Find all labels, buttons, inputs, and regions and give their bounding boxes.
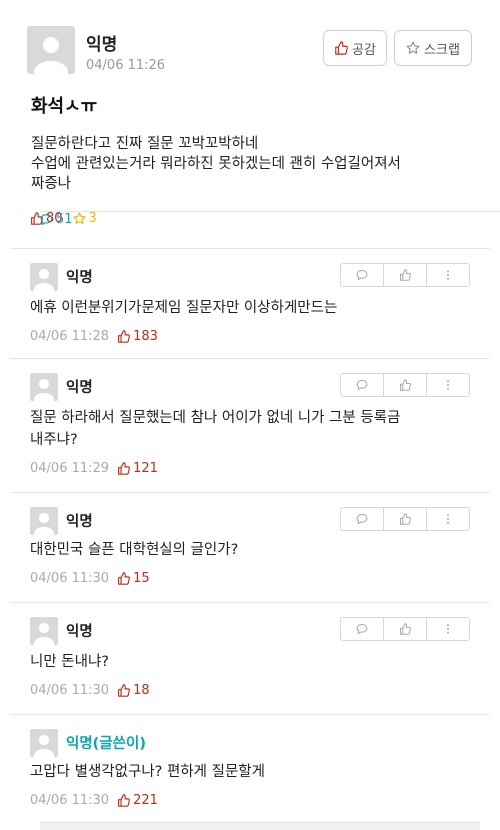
comment-vote-count: 183 [117, 329, 158, 344]
comment-author: 익명 [66, 380, 93, 396]
speech-bubble-icon [356, 269, 368, 281]
comment-vote-count: 15 [117, 571, 150, 586]
more-options-button[interactable] [427, 264, 469, 286]
comment-author: 익명 [66, 624, 93, 640]
comment-meta: 04/06 11:29 121 [30, 461, 158, 476]
post-title: 화석ㅅㅠ [31, 96, 98, 117]
post-author: 익명 [86, 35, 118, 55]
post-body-line: 질문하란다고 진짜 질문 꼬박꼬박하네 [31, 136, 259, 152]
comment-meta: 04/06 11:30 18 [30, 683, 150, 698]
comment-like-button[interactable] [384, 374, 427, 396]
post-stats: 80 51 3 [30, 210, 500, 227]
comment-vote-count: 221 [117, 793, 158, 808]
more-options-button[interactable] [427, 618, 469, 640]
post-body: 질문하란다고 진짜 질문 꼬박꼬박하네 수업에 관련있는거라 뭐라하진 못하겠는… [31, 134, 476, 194]
comment-actions [340, 373, 470, 397]
comment: 익명 에휴 이런분위기가문제임 질문자만 이상하게만드는 04/06 11:28… [10, 248, 490, 353]
more-vertical-icon [447, 514, 449, 524]
thumbs-up-icon [399, 513, 411, 525]
thumbs-up-icon [118, 684, 131, 697]
thumbs-up-icon [399, 623, 411, 635]
comment: 익명 니만 돈내냐? 04/06 11:30 18 [10, 602, 490, 710]
thumbs-up-icon [118, 330, 131, 343]
post-time: 04/06 11:26 [86, 58, 166, 73]
post-author-avatar [27, 26, 75, 74]
comment-like-button[interactable] [384, 508, 427, 530]
comment-vote-value: 183 [133, 329, 158, 344]
comment-avatar [30, 729, 58, 757]
comment: 익명 질문 하라해서 질문했는데 참나 어이가 없네 니가 그분 등록금 내주냐… [10, 358, 490, 486]
comment-body: 대한민국 슬픈 대학현실의 글인가? [30, 539, 470, 561]
reply-button[interactable] [341, 508, 384, 530]
comment-vote-value: 18 [133, 683, 150, 698]
thumbs-up-icon [399, 269, 411, 281]
comment-time: 04/06 11:29 [30, 461, 110, 476]
reply-button[interactable] [341, 374, 384, 396]
thumbs-up-icon [335, 41, 348, 55]
comment-vote-value: 15 [133, 571, 150, 586]
comment-like-button[interactable] [384, 264, 427, 286]
comment-line: 에휴 이런분위기가문제임 질문자만 이상하게만드는 [30, 300, 338, 316]
post-body-line: 짜증나 [31, 176, 72, 192]
comment-meta: 04/06 11:30 221 [30, 793, 158, 808]
comment: 익명 대한민국 슬픈 대학현실의 글인가? 04/06 11:30 15 [10, 492, 490, 597]
speech-bubble-icon [40, 213, 53, 225]
comment-actions [340, 263, 470, 287]
reply-button[interactable] [341, 264, 384, 286]
like-button[interactable]: 공감 [323, 30, 387, 66]
comment-body: 니만 돈내냐? [30, 651, 470, 673]
comment-time: 04/06 11:30 [30, 571, 110, 586]
comment-line: 니만 돈내냐? [30, 654, 110, 670]
comment-line: 질문 하라해서 질문했는데 참나 어이가 없네 니가 그분 등록금 [30, 410, 401, 426]
thumbs-up-icon [399, 379, 411, 391]
comment-count: 51 [40, 210, 500, 227]
reply-button[interactable] [341, 618, 384, 640]
comment: 익명(글쓴이) 고맙다 별생각없구나? 편하게 질문할게 04/06 11:30… [10, 714, 490, 820]
thumbs-up-icon [118, 794, 131, 807]
comment-body: 질문 하라해서 질문했는데 참나 어이가 없네 니가 그분 등록금 내주냐? [30, 407, 470, 451]
star-icon [406, 41, 420, 54]
comment-vote-count: 121 [117, 461, 158, 476]
comment-body: 에휴 이런분위기가문제임 질문자만 이상하게만드는 [30, 297, 470, 319]
comment-avatar [30, 373, 58, 401]
comment-count-value: 51 [56, 211, 73, 227]
comment-avatar [30, 263, 58, 291]
more-vertical-icon [447, 270, 449, 280]
like-button-label: 공감 [352, 42, 376, 58]
comment-line: 내주냐? [30, 432, 78, 448]
comment-avatar [30, 617, 58, 645]
comment-actions [340, 507, 470, 531]
thumbs-up-icon [118, 572, 131, 585]
more-options-button[interactable] [427, 374, 469, 396]
comment-line: 고맙다 별생각없구나? 편하게 질문할게 [30, 764, 265, 780]
comment-avatar [30, 507, 58, 535]
comment-vote-value: 221 [133, 793, 158, 808]
comment-time: 04/06 11:28 [30, 329, 110, 344]
comment-line: 대한민국 슬픈 대학현실의 글인가? [30, 542, 239, 558]
comment-like-button[interactable] [384, 618, 427, 640]
post-body-line: 수업에 관련있는거라 뭐라하진 못하겠는데 괜히 수업길어져서 [31, 156, 401, 172]
comment-time: 04/06 11:30 [30, 683, 110, 698]
speech-bubble-icon [356, 513, 368, 525]
speech-bubble-icon [356, 623, 368, 635]
comment-time: 04/06 11:30 [30, 793, 110, 808]
comment-author-writer: 익명(글쓴이) [66, 736, 146, 752]
comment-actions [340, 617, 470, 641]
scrap-button-label: 스크랩 [424, 42, 460, 58]
speech-bubble-icon [356, 379, 368, 391]
comment-vote-value: 121 [133, 461, 158, 476]
comment-vote-count: 18 [117, 683, 150, 698]
more-vertical-icon [447, 624, 449, 634]
comment-author: 익명 [66, 514, 93, 530]
scrap-button[interactable]: 스크랩 [394, 30, 472, 66]
more-vertical-icon [447, 380, 449, 390]
comment-meta: 04/06 11:30 15 [30, 571, 150, 586]
post: 익명 04/06 11:26 공감 스크랩 화석ㅅㅠ 질문하란다고 진짜 질문 … [0, 0, 500, 248]
comment-meta: 04/06 11:28 183 [30, 329, 158, 344]
comment-author: 익명 [66, 270, 93, 286]
next-reply-box-edge [40, 822, 480, 830]
comment-body: 고맙다 별생각없구나? 편하게 질문할게 [30, 761, 470, 783]
more-options-button[interactable] [427, 508, 469, 530]
thumbs-up-icon [118, 462, 131, 475]
